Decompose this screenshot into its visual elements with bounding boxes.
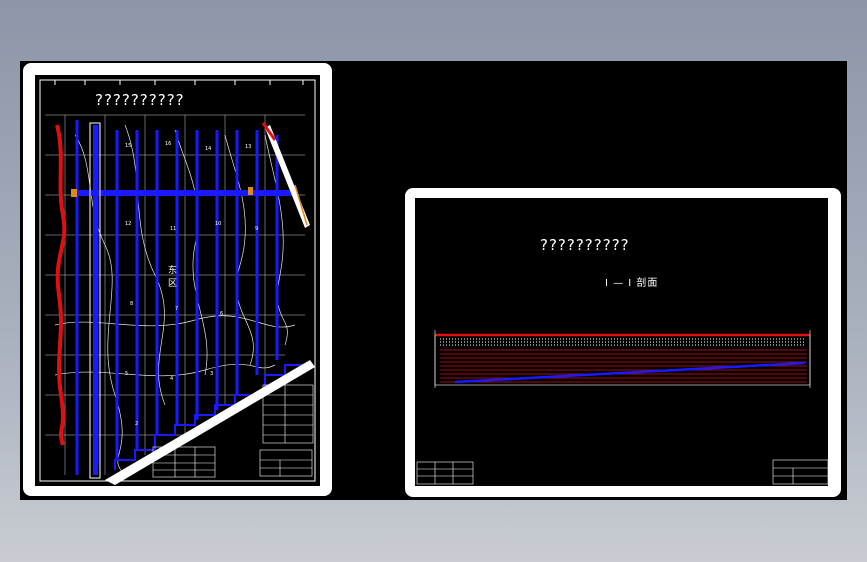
section-drawing-sheet[interactable]: ?????????? I — I 剖面 — [405, 188, 841, 497]
plan-drawing-title: ?????????? — [95, 91, 185, 109]
svg-text:2: 2 — [135, 421, 138, 427]
svg-text:6: 6 — [220, 311, 223, 317]
plan-drawing-sheet[interactable]: 15 16 14 13 12 11 10 9 8 7 6 5 4 3 2 ?????????? 东区 — [23, 63, 332, 496]
svg-text:5: 5 — [125, 371, 128, 377]
svg-text:16: 16 — [165, 141, 171, 147]
svg-text:11: 11 — [170, 226, 176, 232]
svg-text:13: 13 — [245, 144, 251, 150]
section-drawing-paper: ?????????? I — I 剖面 — [415, 198, 828, 486]
section-label: I — I 剖面 — [605, 278, 659, 289]
svg-text:9: 9 — [255, 226, 258, 232]
section-drawing-title: ?????????? — [540, 236, 630, 254]
svg-text:7: 7 — [175, 306, 178, 312]
svg-text:10: 10 — [215, 221, 221, 227]
svg-text:4: 4 — [170, 376, 173, 382]
svg-text:8: 8 — [130, 301, 133, 307]
svg-text:14: 14 — [205, 146, 211, 152]
plan-drawing-paper: 15 16 14 13 12 11 10 9 8 7 6 5 4 3 2 ?????????? 东区 — [35, 75, 320, 486]
cad-viewport[interactable]: 15 16 14 13 12 11 10 9 8 7 6 5 4 3 2 ?????????? 东区 — [20, 61, 847, 500]
zone-label: 东区 — [166, 265, 176, 291]
svg-text:15: 15 — [125, 143, 131, 149]
svg-text:12: 12 — [125, 221, 131, 227]
svg-text:3: 3 — [210, 371, 213, 377]
